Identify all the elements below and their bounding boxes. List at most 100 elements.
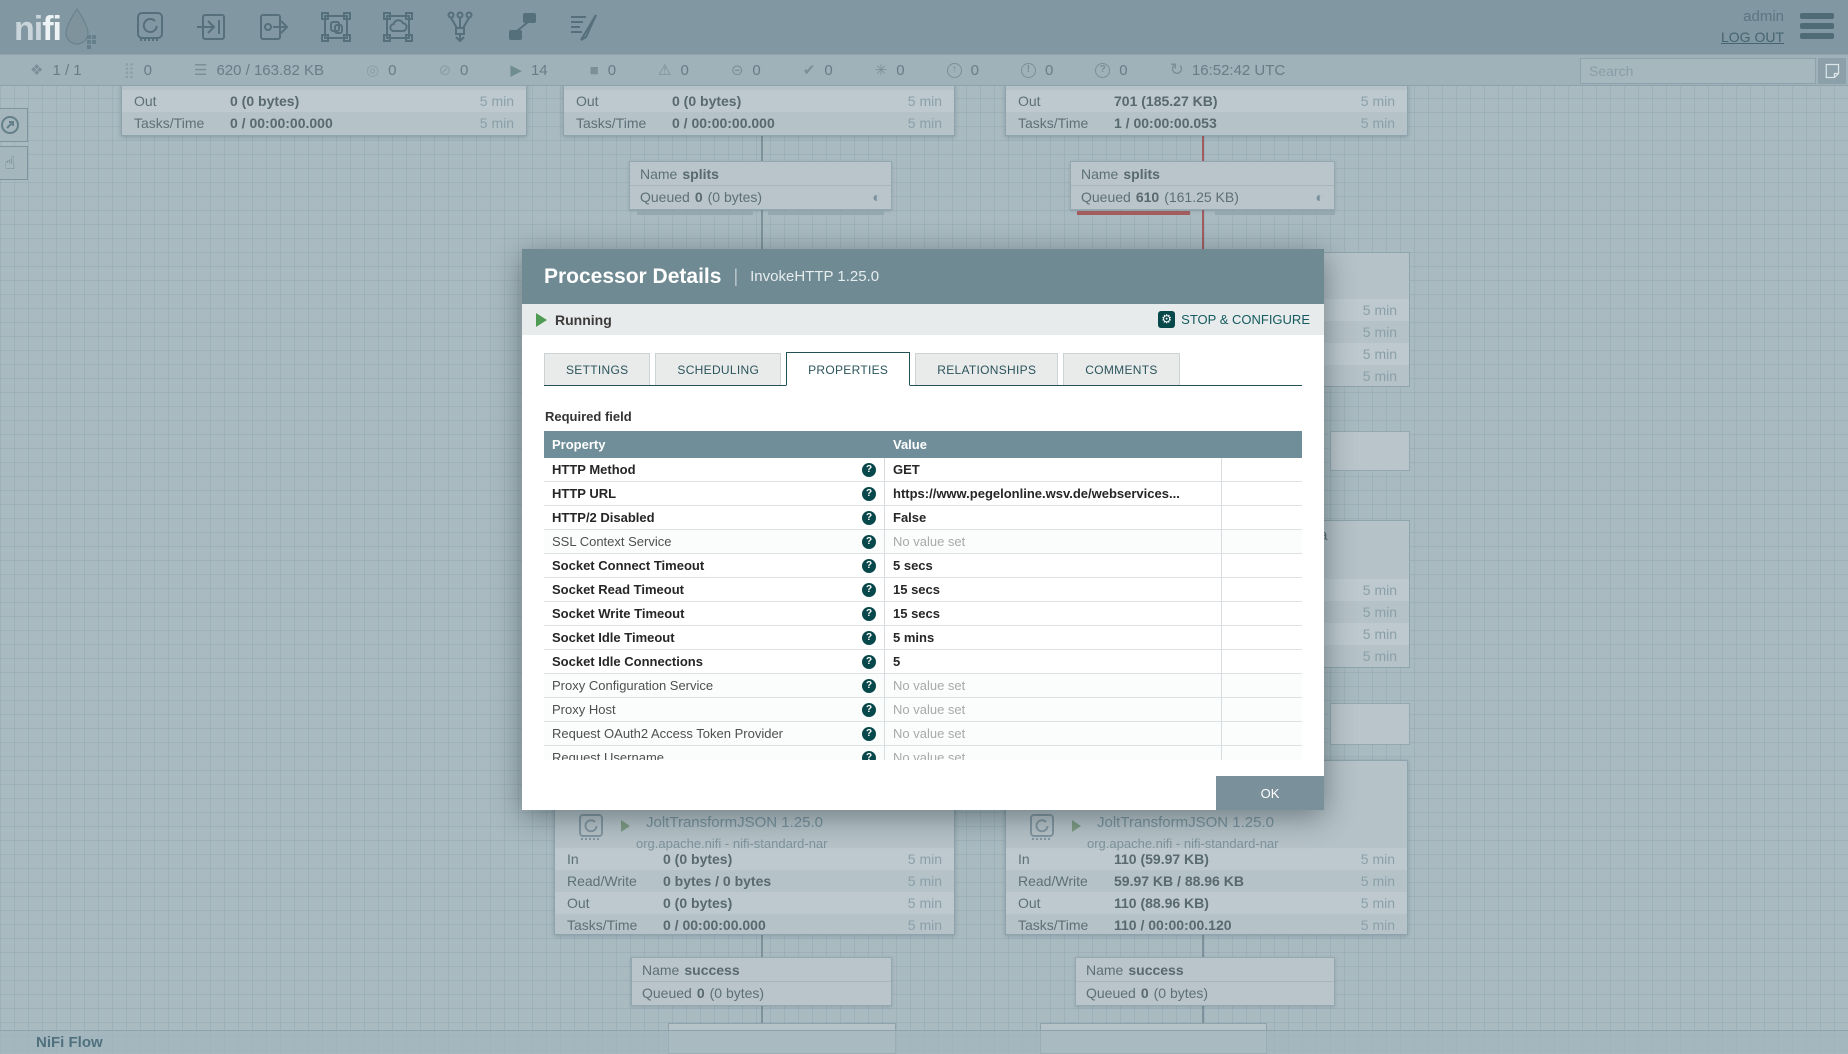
property-row: Request OAuth2 Access Token Provider ? N…: [544, 722, 1302, 746]
connection-line[interactable]: [1202, 935, 1204, 957]
help-icon[interactable]: ?: [862, 751, 876, 761]
status-item: ⣿ 0: [124, 61, 152, 79]
status-item: ✳ 0: [875, 61, 905, 79]
breadcrumb[interactable]: NiFi Flow: [0, 1030, 1848, 1054]
stat-time: 5 min: [1311, 343, 1409, 365]
processor-package: org.apache.nifi - nifi-standard-nar: [636, 836, 828, 851]
connection-label-partial[interactable]: [1330, 703, 1410, 745]
up-to-date-icon: ✔: [803, 61, 816, 79]
connection-name: Name success: [632, 958, 891, 981]
status-item: ■ 0: [590, 62, 616, 79]
help-icon[interactable]: ?: [862, 463, 876, 477]
nifi-app: Out 0 (0 bytes) 5 min Tasks/Time 0 / 00:…: [0, 0, 1848, 1054]
stat-row: Tasks/Time 0 / 00:00:00.000 5 min: [564, 112, 954, 134]
PROPERTIES[interactable]: PROPERTIES: [786, 352, 910, 386]
connection-name: Name success: [1076, 958, 1334, 981]
connection-label-success[interactable]: Name success Queued 0 (0 bytes): [631, 957, 892, 1006]
help-icon[interactable]: ?: [862, 679, 876, 693]
connection-label-splits[interactable]: Name splits Queued 0 (0 bytes) ◐: [629, 161, 892, 210]
template-tool-icon[interactable]: [500, 5, 544, 49]
properties-table-header: Property Value: [544, 431, 1302, 458]
processor-block-partial[interactable]: ta 5 min5 min5 min5 min: [1310, 520, 1410, 668]
stat-time: 5 min: [1311, 299, 1409, 321]
property-row: Proxy Configuration Service ? No value s…: [544, 674, 1302, 698]
stat-row: Out 0 (0 bytes) 5 min: [564, 90, 954, 112]
connection-line[interactable]: [761, 210, 763, 250]
connection-label-splits-backpressure[interactable]: Name splits Queued 610 (161.25 KB) ◐: [1070, 161, 1335, 210]
top-toolbar: nifi: [0, 0, 1848, 54]
search-input[interactable]: [1580, 58, 1816, 84]
help-icon[interactable]: ?: [862, 727, 876, 741]
help-icon[interactable]: ?: [862, 487, 876, 501]
property-row: Request Username ? No value set: [544, 746, 1302, 760]
stat-time: 5 min: [1311, 579, 1409, 601]
help-icon[interactable]: ?: [862, 655, 876, 669]
SETTINGS[interactable]: SETTINGS: [544, 353, 650, 385]
queue-size-bar: [768, 211, 884, 215]
queued-icon: ☰: [194, 61, 207, 79]
stat-time: 5 min: [1311, 601, 1409, 623]
dialog-body: SETTINGS SCHEDULING PROPERTIES RELATIONS…: [522, 335, 1324, 810]
connection-label-success[interactable]: Name success Queued 0 (0 bytes): [1075, 957, 1335, 1006]
stat-row: Out 110 (88.96 KB) 5 min: [1006, 892, 1407, 914]
connection-line-warning[interactable]: [1202, 210, 1204, 250]
queue-count-bar: [637, 211, 753, 215]
sync-failure-icon: ?: [1095, 63, 1110, 78]
stop-and-configure-button[interactable]: ⚙ STOP & CONFIGURE: [1158, 311, 1310, 328]
property-row: Socket Read Timeout ? 15 secs: [544, 578, 1302, 602]
stat-time: 5 min: [1311, 623, 1409, 645]
dialog-title: Processor Details: [544, 265, 721, 289]
running-indicator: [621, 820, 630, 832]
help-icon[interactable]: ?: [862, 607, 876, 621]
invalid-icon: ⚠: [658, 61, 671, 79]
label-tool-icon[interactable]: [562, 5, 606, 49]
help-icon[interactable]: ?: [862, 559, 876, 573]
help-icon[interactable]: ?: [862, 535, 876, 549]
status-item: ⚠ 0: [658, 61, 689, 79]
property-row: Socket Idle Connections ? 5: [544, 650, 1302, 674]
help-icon[interactable]: ?: [862, 631, 876, 645]
not-transmitting-icon: ⊘: [438, 61, 451, 79]
processor-block-partial[interactable]: 5 min5 min5 min5 min: [1310, 252, 1410, 387]
queue-count-bar-full: [1077, 211, 1190, 215]
stat-row: Read/Write 59.97 KB / 88.96 KB 5 min: [1006, 870, 1407, 892]
processor-tool-icon[interactable]: [128, 5, 172, 49]
connection-queued: Queued 0 (0 bytes): [632, 981, 891, 1004]
stat-row: In 110 (59.97 KB) 5 min: [1006, 848, 1407, 870]
nifi-drop-icon: [61, 7, 97, 49]
connection-label-partial[interactable]: [1330, 431, 1410, 471]
COMMENTS[interactable]: COMMENTS: [1063, 353, 1179, 385]
status-item: ▶ 14: [510, 61, 547, 79]
RELATIONSHIPS[interactable]: RELATIONSHIPS: [915, 353, 1058, 385]
logout-link[interactable]: LOG OUT: [1721, 27, 1784, 47]
status-item: ☰ 620 / 163.82 KB: [194, 61, 324, 79]
processor-icon: [576, 812, 606, 847]
birdseye-icon[interactable]: [0, 108, 28, 142]
running-indicator: [1072, 820, 1081, 832]
remote-process-group-tool-icon[interactable]: [376, 5, 420, 49]
help-icon[interactable]: ?: [862, 511, 876, 525]
process-group-tool-icon[interactable]: [314, 5, 358, 49]
sticky-note-icon[interactable]: [1818, 58, 1846, 84]
locally-modified-stale-icon: !: [1021, 63, 1036, 78]
output-port-tool-icon[interactable]: [252, 5, 296, 49]
pan-hand-icon[interactable]: ☝: [0, 146, 28, 180]
running-icon: [536, 313, 547, 327]
global-menu-icon[interactable]: [1800, 13, 1834, 43]
help-icon[interactable]: ?: [862, 703, 876, 717]
input-port-tool-icon[interactable]: [190, 5, 234, 49]
stale-icon: ↑: [947, 63, 962, 78]
breadcrumb-root[interactable]: NiFi Flow: [36, 1034, 103, 1051]
help-icon[interactable]: ?: [862, 583, 876, 597]
SCHEDULING[interactable]: SCHEDULING: [655, 353, 781, 385]
ok-button[interactable]: OK: [1216, 776, 1324, 810]
connection-name: Name splits: [630, 162, 891, 185]
processor-name: JoltTransformJSON 1.25.0: [646, 814, 823, 831]
connection-line[interactable]: [761, 935, 763, 957]
connection-queued: Queued 610 (161.25 KB) ◐: [1071, 185, 1334, 208]
funnel-tool-icon[interactable]: [438, 5, 482, 49]
refresh-icon[interactable]: ↻: [1170, 60, 1184, 80]
dialog-subtitle: InvokeHTTP 1.25.0: [750, 268, 879, 285]
dialog-header[interactable]: Processor Details | InvokeHTTP 1.25.0: [522, 249, 1324, 304]
nifi-logo: nifi: [14, 7, 97, 49]
